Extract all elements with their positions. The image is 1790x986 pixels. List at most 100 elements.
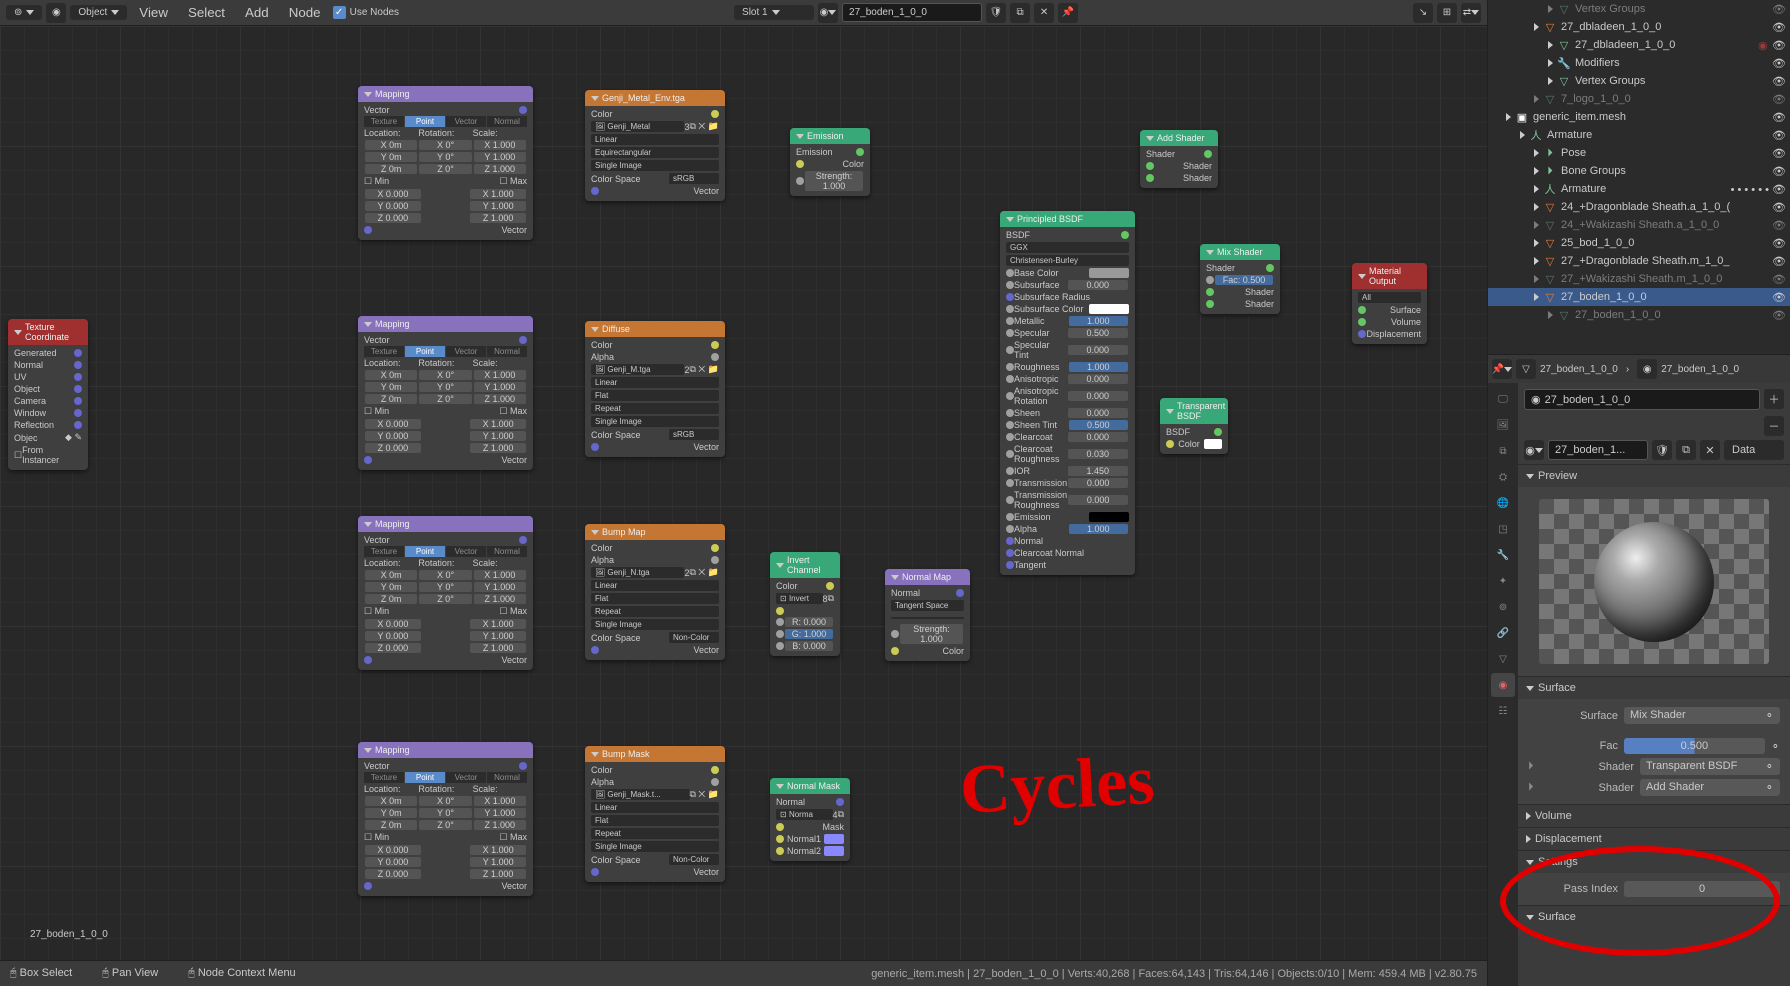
mapping-type-btn[interactable]: Texture: [364, 772, 404, 783]
outliner-row[interactable]: ▽27_boden_1_0_0 👁: [1488, 288, 1790, 306]
panel-surface2-header[interactable]: Surface: [1518, 906, 1790, 928]
outliner-row[interactable]: ▽Vertex Groups 👁: [1488, 0, 1790, 18]
bsdf-input-anisotropic[interactable]: Anisotropic0.000: [1006, 373, 1129, 385]
material-browse[interactable]: ◉: [1524, 440, 1544, 460]
colorspace-dropdown[interactable]: Non-Color: [669, 632, 719, 643]
panel-volume-header[interactable]: Volume: [1518, 805, 1790, 827]
outliner-row[interactable]: 人Armature• • • • • • 👁: [1488, 180, 1790, 198]
expand-icon[interactable]: ⏵: [1528, 760, 1538, 773]
sss-dropdown[interactable]: Christensen-Burley: [1006, 255, 1129, 266]
bsdf-input-subsurface[interactable]: Subsurface0.000: [1006, 279, 1129, 291]
expand-icon[interactable]: ⏵: [1528, 781, 1538, 794]
outliner-row[interactable]: ▽7_logo_1_0_0 👁: [1488, 90, 1790, 108]
mapping-type-btn[interactable]: Texture: [364, 116, 404, 127]
node-header[interactable]: Texture Coordinate: [8, 319, 88, 345]
target-dropdown[interactable]: All: [1358, 292, 1421, 303]
node-image-texture[interactable]: Genji_Metal_Env.tga Color 🖼 Genji_Metal3…: [585, 90, 725, 201]
bsdf-input-metallic[interactable]: Metallic1.000: [1006, 315, 1129, 327]
data-type-icon[interactable]: ◉: [46, 3, 66, 23]
pass-index-field[interactable]: 0: [1624, 881, 1780, 897]
tab-texture[interactable]: ☷: [1491, 699, 1515, 723]
node-material-output[interactable]: Material Output All Surface Volume Displ…: [1352, 263, 1427, 344]
panel-settings-header[interactable]: Settings: [1518, 851, 1790, 873]
projection-dropdown[interactable]: Flat: [591, 815, 719, 826]
outliner[interactable]: ▽Vertex Groups 👁▽27_dbladeen_1_0_0 👁 ▽27_…: [1488, 0, 1790, 355]
tab-output[interactable]: 🖼: [1491, 413, 1515, 437]
outliner-row[interactable]: 🔧Modifiers 👁: [1488, 54, 1790, 72]
group-selector[interactable]: ⊡ Norma4⧉: [776, 808, 844, 821]
node-normal-map[interactable]: Normal Map Normal Tangent Space Strength…: [885, 569, 970, 661]
tab-object[interactable]: ◳: [1491, 517, 1515, 541]
fac-slider[interactable]: 0.500: [1624, 738, 1765, 754]
image-selector[interactable]: 🖼 Genji_Mask.t...: [591, 789, 690, 800]
outliner-row[interactable]: ⏵Bone Groups 👁: [1488, 162, 1790, 180]
mapping-type-btn[interactable]: Point: [405, 346, 445, 357]
tab-constraint[interactable]: 🔗: [1491, 621, 1515, 645]
interp-dropdown[interactable]: Linear: [591, 377, 719, 388]
interp-dropdown[interactable]: Linear: [591, 134, 719, 145]
projection-dropdown[interactable]: Equirectangular: [591, 147, 719, 158]
link-dropdown[interactable]: Data: [1724, 440, 1784, 460]
mapping-type-btn[interactable]: Point: [405, 546, 445, 557]
bsdf-input-specular[interactable]: Specular0.500: [1006, 327, 1129, 339]
node-principled-bsdf[interactable]: Principled BSDF BSDF GGX Christensen-Bur…: [1000, 211, 1135, 575]
tab-render[interactable]: 🖵: [1491, 387, 1515, 411]
bsdf-input-roughness[interactable]: Roughness1.000: [1006, 361, 1129, 373]
outliner-row[interactable]: ▽24_+Wakizashi Sheath.a_1_0_0 👁: [1488, 216, 1790, 234]
unlink-icon[interactable]: ✕: [1034, 3, 1054, 23]
shader1-field[interactable]: Transparent BSDF⚬: [1640, 758, 1780, 775]
panel-surface-header[interactable]: Surface: [1518, 677, 1790, 699]
group-selector[interactable]: ⊡ Invert8⧉: [776, 592, 834, 605]
node-texture-coordinate[interactable]: Texture Coordinate Generated Normal UV O…: [8, 319, 88, 470]
outliner-row[interactable]: ⏵Pose 👁: [1488, 144, 1790, 162]
pin-icon[interactable]: 📌: [1058, 3, 1078, 23]
tab-scene[interactable]: ⛭: [1491, 465, 1515, 489]
outliner-row[interactable]: 人Armature 👁: [1488, 126, 1790, 144]
properties-body[interactable]: ◉ 27_boden_1_0_0 ＋ － ◉ 27_boden_1... 🛡 ⧉…: [1518, 383, 1790, 986]
material-slot[interactable]: ◉ 27_boden_1_0_0: [1524, 389, 1760, 410]
node-mapping[interactable]: Mapping Vector TexturePointVectorNormal …: [358, 316, 533, 470]
mapping-type-btn[interactable]: Normal: [487, 546, 527, 557]
node-emission[interactable]: Emission Emission Color Strength: 1.000: [790, 128, 870, 196]
bsdf-input-sheen[interactable]: Sheen0.000: [1006, 407, 1129, 419]
node-image-texture[interactable]: Bump Mask Color Alpha 🖼 Genji_Mask.t... …: [585, 746, 725, 882]
image-selector[interactable]: 🖼 Genji_Metal: [591, 121, 684, 132]
use-nodes-checkbox[interactable]: ✓Use Nodes: [333, 6, 399, 19]
node-normal-mask[interactable]: Normal Mask Normal ⊡ Norma4⧉ Mask Normal…: [770, 778, 850, 861]
shield-icon[interactable]: 🛡: [1652, 440, 1672, 460]
interp-dropdown[interactable]: Linear: [591, 580, 719, 591]
node-image-texture[interactable]: Diffuse Color Alpha 🖼 Genji_M.tga2 ⧉ ✕ 📁…: [585, 321, 725, 457]
editor-type-dropdown[interactable]: ⊚: [6, 5, 42, 20]
image-selector[interactable]: 🖼 Genji_M.tga: [591, 364, 684, 375]
outliner-row[interactable]: ▽27_dbladeen_1_0_0 👁: [1488, 18, 1790, 36]
bsdf-input-tangent[interactable]: Tangent: [1006, 559, 1129, 571]
mapping-type-btn[interactable]: Vector: [446, 546, 486, 557]
material-name-field[interactable]: 27_boden_1_0_0: [842, 3, 982, 22]
distribution-dropdown[interactable]: GGX: [1006, 242, 1129, 253]
bsdf-input-specular-tint[interactable]: Specular Tint0.000: [1006, 339, 1129, 361]
bsdf-input-clearcoat[interactable]: Clearcoat0.000: [1006, 431, 1129, 443]
extension-dropdown[interactable]: Repeat: [591, 606, 719, 617]
extension-dropdown[interactable]: Repeat: [591, 403, 719, 414]
unlink-icon[interactable]: ✕: [1700, 440, 1720, 460]
tab-data[interactable]: ▽: [1491, 647, 1515, 671]
bsdf-input-anisotropic-rotation[interactable]: Anisotropic Rotation0.000: [1006, 385, 1129, 407]
extension-dropdown[interactable]: Repeat: [591, 828, 719, 839]
bsdf-input-ior[interactable]: IOR1.450: [1006, 465, 1129, 477]
source-dropdown[interactable]: Single Image: [591, 416, 719, 427]
slot-dropdown[interactable]: Slot 1: [734, 5, 814, 20]
object-picker[interactable]: Objec◆ ✎: [14, 431, 82, 444]
shield-icon[interactable]: 🛡: [986, 3, 1006, 23]
options-icon[interactable]: ⇄: [1461, 3, 1481, 23]
bsdf-input-emission[interactable]: Emission: [1006, 511, 1129, 523]
from-instancer[interactable]: ☐From Instancer: [14, 444, 82, 466]
mapping-type-btn[interactable]: Vector: [446, 116, 486, 127]
bsdf-input-clearcoat-roughness[interactable]: Clearcoat Roughness0.030: [1006, 443, 1129, 465]
tab-physics[interactable]: ⊚: [1491, 595, 1515, 619]
menu-node[interactable]: Node: [281, 2, 329, 23]
interp-dropdown[interactable]: Linear: [591, 802, 719, 813]
node-mix-shader[interactable]: Mix Shader Shader Fac: 0.500 Shader Shad…: [1200, 244, 1280, 314]
remove-slot-button[interactable]: －: [1764, 416, 1784, 436]
uvmap-dropdown[interactable]: [891, 617, 964, 619]
outliner-row[interactable]: ▽27_+Dragonblade Sheath.m_1_0_ 👁: [1488, 252, 1790, 270]
